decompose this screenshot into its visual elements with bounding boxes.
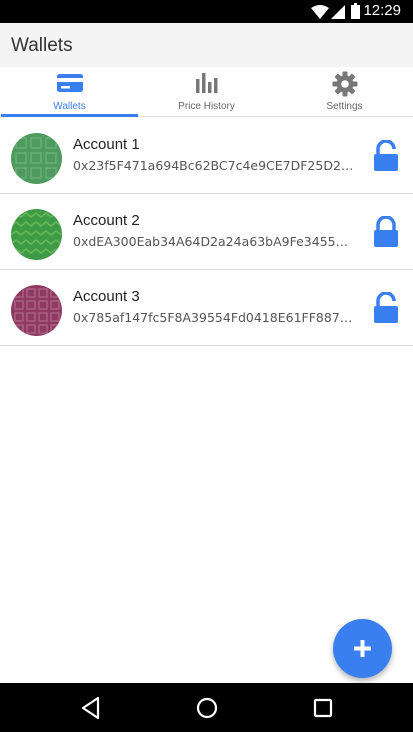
tab-indicator xyxy=(1,114,138,117)
account-address: 0x23f5F471a694Bc62BC7c4e9CE7DF25D281... xyxy=(73,158,355,173)
tab-label: Price History xyxy=(178,101,235,112)
tab-label: Settings xyxy=(326,101,363,112)
account-row[interactable]: Account 1 0x23f5F471a694Bc62BC7c4e9CE7DF… xyxy=(0,118,413,194)
unlocked-icon[interactable] xyxy=(372,140,400,172)
back-icon[interactable] xyxy=(78,695,104,721)
page-title: Wallets xyxy=(11,35,73,56)
status-bar: 12:29 xyxy=(0,0,413,23)
tab-price-history[interactable]: Price History xyxy=(138,67,275,117)
account-name: Account 2 xyxy=(73,212,140,229)
account-address: 0xdEA300Eab34A64D2a24a63bA9Fe345583... xyxy=(73,234,355,249)
wallet-card-icon xyxy=(56,74,83,92)
account-list: Account 1 0x23f5F471a694Bc62BC7c4e9CE7DF… xyxy=(0,118,413,346)
status-time: 12:29 xyxy=(363,2,401,19)
avatar xyxy=(11,285,62,336)
battery-icon xyxy=(351,3,360,19)
account-name: Account 3 xyxy=(73,288,140,305)
account-address: 0x785af147fc5F8A39554Fd0418E61FF88799... xyxy=(73,310,355,325)
tab-settings[interactable]: Settings xyxy=(276,67,413,117)
app-bar: Wallets xyxy=(0,23,413,67)
add-account-button[interactable] xyxy=(333,619,392,678)
account-row[interactable]: Account 3 0x785af147fc5F8A39554Fd0418E61… xyxy=(0,270,413,346)
account-name: Account 1 xyxy=(73,136,140,153)
avatar xyxy=(11,209,62,260)
account-row[interactable]: Account 2 0xdEA300Eab34A64D2a24a63bA9Fe3… xyxy=(0,194,413,270)
bar-chart-icon xyxy=(195,73,217,93)
home-icon[interactable] xyxy=(194,695,220,721)
locked-icon[interactable] xyxy=(372,216,400,248)
tab-wallets[interactable]: Wallets xyxy=(1,67,138,117)
tab-bar: Wallets Price History Settings xyxy=(0,67,413,117)
wifi-icon xyxy=(311,5,329,19)
plus-icon xyxy=(354,640,371,657)
avatar xyxy=(11,133,62,184)
recents-icon[interactable] xyxy=(310,695,336,721)
nav-bar xyxy=(0,683,413,732)
unlocked-icon[interactable] xyxy=(372,292,400,324)
gear-icon xyxy=(332,71,357,97)
tab-label: Wallets xyxy=(53,101,86,112)
signal-icon xyxy=(331,5,345,19)
